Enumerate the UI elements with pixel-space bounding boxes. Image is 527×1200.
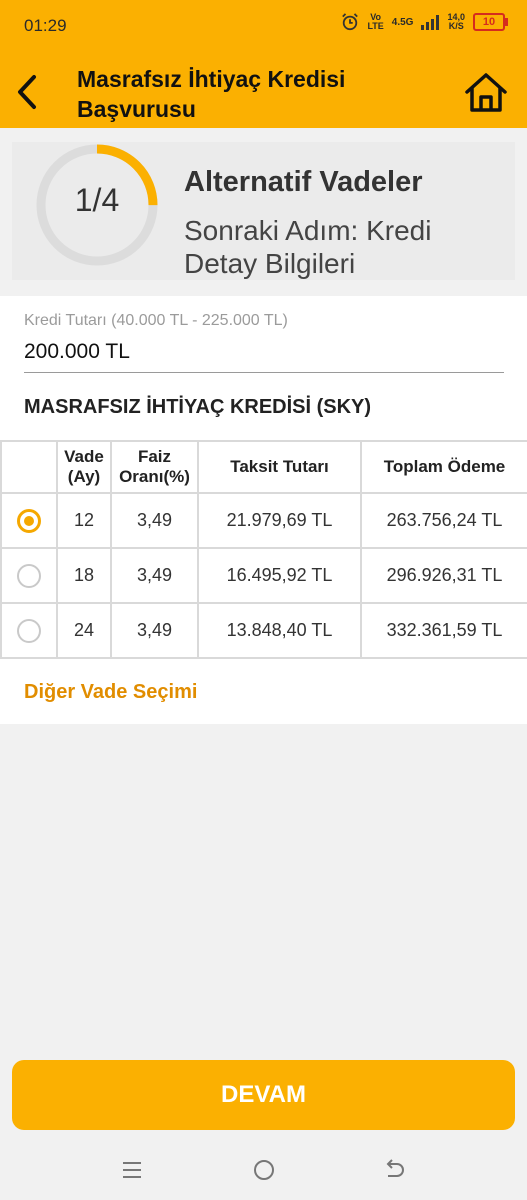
table-row[interactable]: 24 3,49 13.848,40 TL 332.361,59 TL bbox=[0, 602, 527, 659]
network-speed: 14,0 K/S bbox=[447, 12, 465, 31]
term-cell: 18 bbox=[56, 547, 112, 604]
total-cell: 332.361,59 TL bbox=[360, 602, 527, 659]
continue-button[interactable]: DEVAM bbox=[12, 1060, 515, 1130]
total-cell: 263.756,24 TL bbox=[360, 492, 527, 549]
home-circle-icon[interactable] bbox=[252, 1158, 276, 1182]
back-icon[interactable] bbox=[382, 1158, 406, 1182]
signal-icon bbox=[421, 14, 440, 30]
installment-cell: 13.848,40 TL bbox=[197, 602, 362, 659]
term-options-table: Vade (Ay) Faiz Oranı(%) Taksit Tutarı To… bbox=[0, 440, 527, 659]
table-row[interactable]: 12 3,49 21.979,69 TL 263.756,24 TL bbox=[0, 492, 527, 549]
radio-term-24[interactable] bbox=[17, 618, 41, 643]
table-row[interactable]: 18 3,49 16.495,92 TL 296.926,31 TL bbox=[0, 547, 527, 604]
loan-amount-input[interactable]: 200.000 TL bbox=[24, 340, 504, 373]
header-term: Vade (Ay) bbox=[56, 440, 112, 494]
installment-cell: 21.979,69 TL bbox=[197, 492, 362, 549]
total-cell: 296.926,31 TL bbox=[360, 547, 527, 604]
step-counter: 1/4 bbox=[74, 182, 120, 218]
installment-cell: 16.495,92 TL bbox=[197, 547, 362, 604]
term-cell: 12 bbox=[56, 492, 112, 549]
product-title: MASRAFSIZ İHTİYAÇ KREDİSİ (SKY) bbox=[24, 396, 372, 418]
other-term-link[interactable]: Diğer Vade Seçimi bbox=[24, 681, 197, 704]
chevron-left-icon[interactable] bbox=[10, 72, 46, 112]
progress-card: 1/4 Alternatif Vadeler Sonraki Adım: Kre… bbox=[12, 142, 515, 280]
header-rate: Faiz Oranı(%) bbox=[110, 440, 199, 494]
rate-cell: 3,49 bbox=[110, 492, 199, 549]
rate-cell: 3,49 bbox=[110, 602, 199, 659]
radio-term-12[interactable] bbox=[17, 508, 41, 533]
header-select bbox=[0, 440, 58, 494]
status-time: 01:29 bbox=[24, 16, 67, 35]
system-nav-bar bbox=[0, 1140, 527, 1200]
rate-cell: 3,49 bbox=[110, 547, 199, 604]
app-bar: Masrafsız İhtiyaç Kredisi Başvurusu bbox=[0, 52, 527, 128]
menu-icon[interactable] bbox=[120, 1160, 144, 1180]
header-installment: Taksit Tutarı bbox=[197, 440, 362, 494]
system-icons: Vo LTE 4.5G 14,0 K/S 10 bbox=[341, 12, 508, 31]
page-title: Masrafsız İhtiyaç Kredisi Başvurusu bbox=[77, 66, 346, 122]
header-total: Toplam Ödeme bbox=[360, 440, 527, 494]
term-cell: 24 bbox=[56, 602, 112, 659]
alarm-icon bbox=[342, 13, 359, 31]
main-content: Kredi Tutarı (40.000 TL - 225.000 TL) 20… bbox=[0, 296, 527, 724]
network-type: 4.5G bbox=[391, 16, 414, 28]
volte-indicator: Vo LTE bbox=[367, 12, 384, 31]
battery-level: 10 bbox=[482, 16, 496, 28]
next-step-text: Sonraki Adım: Kredi Detay Bilgileri bbox=[184, 215, 432, 279]
radio-term-18[interactable] bbox=[17, 563, 41, 588]
loan-amount-label: Kredi Tutarı (40.000 TL - 225.000 TL) bbox=[24, 312, 288, 329]
battery-icon: 10 bbox=[473, 13, 508, 31]
status-bar: 01:29 Vo LTE 4.5G 14,0 K/S 10 bbox=[0, 0, 527, 52]
home-icon[interactable] bbox=[462, 70, 510, 114]
table-header-row: Vade (Ay) Faiz Oranı(%) Taksit Tutarı To… bbox=[0, 440, 527, 494]
step-title: Alternatif Vadeler bbox=[184, 166, 423, 198]
